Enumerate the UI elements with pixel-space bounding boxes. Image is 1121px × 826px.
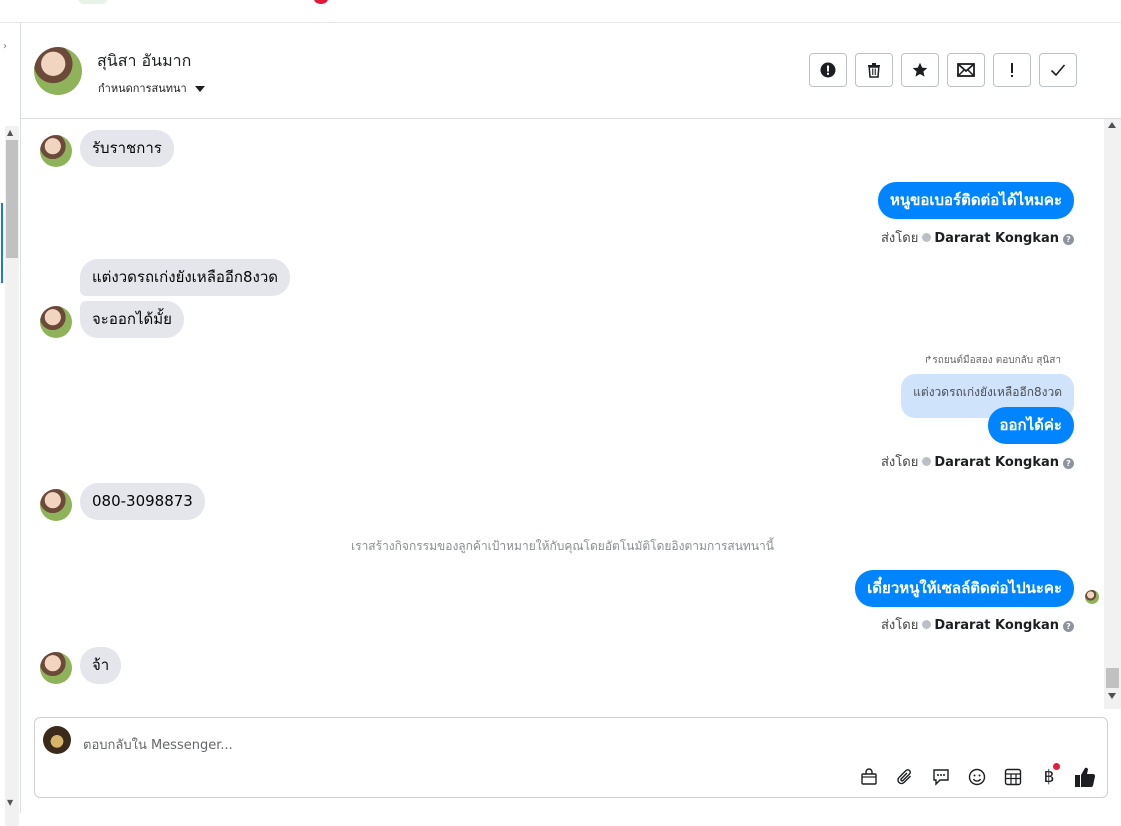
star-button[interactable] (901, 53, 939, 87)
sent-by-prefix: ส่งโดย (880, 231, 919, 246)
trash-icon (868, 63, 880, 78)
help-icon[interactable]: ? (1063, 621, 1074, 632)
collapse-icon[interactable]: › (3, 41, 7, 52)
done-button[interactable] (1039, 53, 1077, 87)
envelope-icon (957, 63, 975, 77)
agent-name[interactable]: Dararat Kongkan (934, 231, 1059, 246)
conversation-header: สุนิสา อันมาก กำหนดการสนทนา (21, 23, 1121, 119)
thread-scroll-thumb[interactable] (1106, 668, 1119, 688)
sent-by-prefix: ส่งโดย (880, 618, 919, 633)
incoming-message[interactable]: แต่งวดรถเก่งยังเหลืออีก8งวด (80, 259, 291, 296)
shop-bag-button[interactable] (857, 765, 881, 789)
outgoing-message[interactable]: หนูขอเบอร์ติดต่อได้ไหมคะ (877, 182, 1074, 219)
exclamation-circle-icon (820, 62, 836, 78)
tab-pill[interactable] (78, 0, 108, 4)
help-icon[interactable]: ? (1063, 234, 1074, 245)
assign-conversation-dropdown[interactable]: กำหนดการสนทนา (98, 79, 205, 97)
table-icon (1004, 768, 1022, 786)
scroll-down-icon[interactable]: ▼ (7, 798, 13, 807)
contact-avatar[interactable] (34, 47, 82, 95)
sent-by-label: ส่งโดย Dararat Kongkan? (881, 451, 1074, 472)
incoming-message[interactable]: รับราชการ (80, 130, 174, 167)
page-avatar (43, 726, 71, 754)
reply-context-text: รถยนต์มือสอง ตอบกลับ สุนิสา (932, 355, 1061, 366)
agent-name[interactable]: Dararat Kongkan (934, 455, 1059, 470)
top-strip (0, 0, 1121, 23)
scroll-down-icon[interactable] (1108, 693, 1116, 699)
contact-avatar-small (40, 306, 72, 338)
shop-bag-icon (861, 768, 877, 785)
like-button[interactable] (1073, 765, 1097, 789)
verified-icon (922, 457, 932, 466)
saved-reply-button[interactable] (929, 765, 953, 789)
thread-scrollbar[interactable] (1104, 119, 1121, 709)
sent-by-label: ส่งโดย Dararat Kongkan? (881, 227, 1074, 248)
mark-unread-button[interactable] (947, 53, 985, 87)
notification-dot (1053, 763, 1060, 770)
outgoing-message[interactable]: ออกได้ค่ะ (987, 407, 1074, 444)
system-note: เราสร้างกิจกรรมของลูกค้าเป้าหมายให้กับคุ… (351, 539, 774, 553)
agent-name[interactable]: Dararat Kongkan (934, 618, 1059, 633)
scroll-up-icon[interactable] (1108, 122, 1116, 128)
help-icon[interactable]: ? (1063, 458, 1074, 469)
verified-icon (922, 620, 932, 629)
incoming-message[interactable]: จ้า (80, 647, 122, 684)
verified-icon (922, 233, 932, 242)
chat-reply-icon (933, 769, 949, 786)
caret-down-icon (194, 86, 205, 92)
checkmark-icon (1050, 64, 1066, 77)
reply-composer: ตอบกลับใน Messenger... ฿ (34, 717, 1108, 798)
reply-context-label: ↱รถยนต์มือสอง ตอบกลับ สุนิสา (924, 353, 1061, 368)
incoming-message[interactable]: จะออกได้มั้ย (80, 301, 184, 338)
outgoing-message[interactable]: เดี๋ยวหนูให้เซลล์ติดต่อไปนะคะ (855, 570, 1074, 607)
emoji-icon (968, 768, 986, 786)
spam-button[interactable] (809, 53, 847, 87)
message-thread: รับราชการ หนูขอเบอร์ติดต่อได้ไหมคะ ส่งโด… (21, 119, 1104, 709)
selected-indicator (1, 203, 3, 283)
left-scroll-thumb[interactable] (6, 140, 18, 258)
left-panel: › ▲ ▼ (0, 23, 21, 826)
delete-button[interactable] (855, 53, 893, 87)
table-button[interactable] (1001, 765, 1025, 789)
sent-by-prefix: ส่งโดย (880, 455, 919, 470)
scroll-up-icon[interactable]: ▲ (7, 128, 13, 137)
contact-avatar-small (40, 489, 72, 521)
exclamation-icon (1011, 63, 1013, 77)
attach-button[interactable] (893, 765, 917, 789)
paperclip-icon (897, 769, 911, 785)
contact-name[interactable]: สุนิสา อันมาก (97, 49, 191, 74)
payment-button[interactable]: ฿ (1037, 763, 1061, 789)
action-toolbar (809, 53, 1077, 87)
contact-avatar-small (40, 652, 72, 684)
contact-avatar-small (40, 135, 72, 167)
thumbs-up-icon (1075, 767, 1096, 788)
composer-toolbar: ฿ (857, 763, 1097, 789)
incoming-message[interactable]: 080-3098873 (80, 483, 205, 520)
seen-avatar (1085, 590, 1099, 604)
notification-dot (314, 0, 328, 4)
reply-input[interactable]: ตอบกลับใน Messenger... (83, 734, 233, 755)
emoji-button[interactable] (965, 765, 989, 789)
baht-icon: ฿ (1043, 767, 1055, 787)
follow-up-button[interactable] (993, 53, 1031, 87)
assign-label: กำหนดการสนทนา (98, 82, 187, 95)
sent-by-label: ส่งโดย Dararat Kongkan? (881, 614, 1074, 635)
star-icon (912, 62, 928, 77)
